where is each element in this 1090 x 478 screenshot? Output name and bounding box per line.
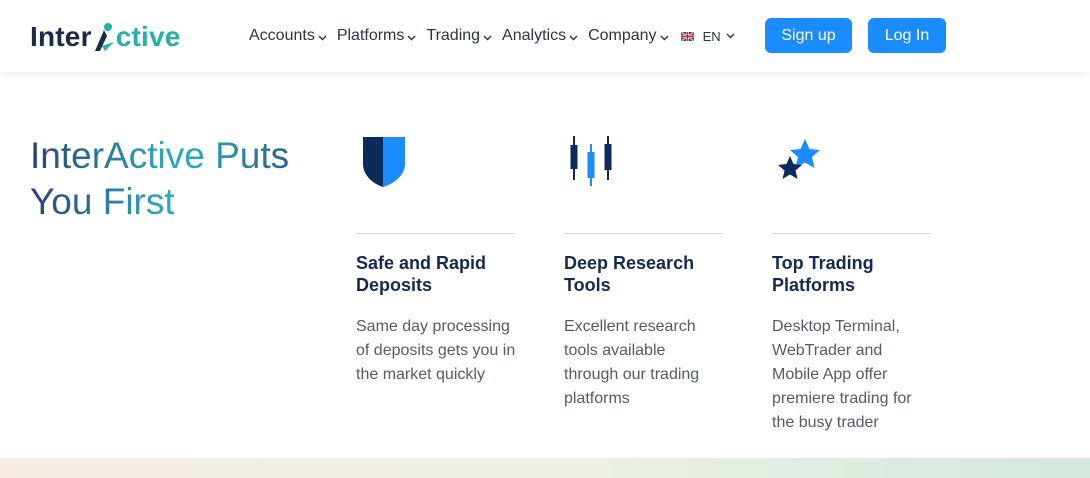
language-selector[interactable]: EN: [680, 28, 735, 44]
hero-title-line2: You First: [30, 181, 175, 222]
logo-text-ctive: ctive: [115, 21, 181, 52]
logo-a-mark-icon: [94, 23, 114, 51]
feature-title: Top Trading Platforms: [772, 253, 874, 295]
language-code: EN: [702, 28, 721, 44]
nav-item-company[interactable]: Company: [588, 27, 669, 45]
feature-card-research: Deep Research Tools Excellent research t…: [564, 132, 724, 407]
next-section-band: [0, 458, 1090, 478]
chevron-down-icon: [726, 33, 735, 39]
brand-logo[interactable]: Inter ctive: [30, 20, 181, 54]
nav-item-trading[interactable]: Trading: [426, 27, 492, 45]
chevron-down-icon: [318, 35, 327, 41]
feature-card-platforms: Top Trading Platforms Desktop Terminal, …: [772, 132, 932, 431]
nav-item-accounts[interactable]: Accounts: [249, 27, 327, 45]
feature-divider: [356, 233, 515, 234]
login-button[interactable]: Log In: [868, 18, 946, 53]
feature-title: Deep Research Tools: [564, 253, 695, 295]
feature-description: Excellent research tools available throu…: [564, 318, 700, 407]
nav-item-label: Platforms: [336, 27, 405, 44]
shield-icon: [363, 137, 405, 187]
chevron-down-icon: [569, 35, 578, 41]
nav-item-label: Company: [588, 27, 657, 44]
chevron-down-icon: [407, 35, 416, 41]
stars-icon: [778, 139, 820, 179]
nav-item-analytics[interactable]: Analytics: [502, 27, 578, 45]
nav-item-label: Trading: [426, 27, 481, 44]
main-nav: Accounts Platforms Trading Analytics Com…: [249, 24, 735, 48]
chevron-down-icon: [483, 35, 492, 41]
candlestick-icon: [570, 136, 612, 186]
signup-button[interactable]: Sign up: [765, 18, 852, 53]
feature-description: Desktop Terminal, WebTrader and Mobile A…: [772, 318, 912, 431]
uk-flag-icon: [680, 31, 694, 41]
feature-card-deposits: Safe and Rapid Deposits Same day process…: [356, 132, 516, 383]
feature-description: Same day processing of deposits gets you…: [356, 318, 516, 383]
nav-item-platforms[interactable]: Platforms: [337, 27, 417, 45]
logo-text-inter: Inter: [30, 21, 92, 52]
feature-divider: [564, 233, 723, 234]
feature-divider: [772, 233, 931, 234]
feature-title: Safe and Rapid Deposits: [356, 253, 487, 295]
hero-title: InterActive Puts You First: [30, 133, 330, 225]
nav-item-label: Accounts: [249, 27, 315, 44]
site-header: Inter ctive Accounts Platforms Trading A…: [0, 0, 1090, 72]
nav-item-label: Analytics: [502, 27, 567, 44]
hero-title-line1: InterActive Puts: [30, 135, 290, 176]
chevron-down-icon: [660, 35, 669, 41]
